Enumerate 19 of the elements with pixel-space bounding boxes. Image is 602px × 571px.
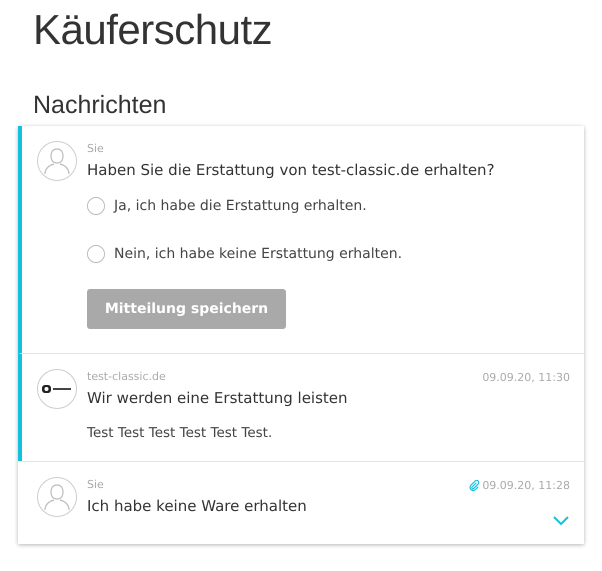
- radio-button[interactable]: [87, 245, 105, 263]
- message-subject: Wir werden eine Erstattung leisten: [87, 388, 349, 409]
- option-label: Ja, ich habe die Erstattung erhalten.: [114, 198, 367, 214]
- sender-name: test-classic.de: [87, 369, 166, 385]
- section-title: Nachrichten: [33, 90, 168, 120]
- sender-name: Sie: [87, 141, 104, 157]
- logo-icon: [42, 384, 72, 394]
- message-body: Test Test Test Test Test Test.: [87, 424, 274, 443]
- message-time: 09.09.20, 11:28: [482, 478, 570, 492]
- message-subject: Haben Sie die Erstattung von test-classic.de erhalten?: [87, 160, 496, 181]
- sender-name: Sie: [87, 477, 104, 493]
- page-title: Käuferschutz: [33, 5, 274, 55]
- chevron-down-icon[interactable]: [552, 515, 570, 526]
- person-icon: [44, 483, 70, 511]
- radio-button[interactable]: [87, 197, 105, 215]
- person-icon: [44, 147, 70, 175]
- message-time: 09.09.20, 11:30: [482, 370, 570, 384]
- option-label: Nein, ich habe keine Erstattung erhalten.: [114, 246, 402, 262]
- message-subject: Ich habe keine Ware erhalten: [87, 496, 308, 517]
